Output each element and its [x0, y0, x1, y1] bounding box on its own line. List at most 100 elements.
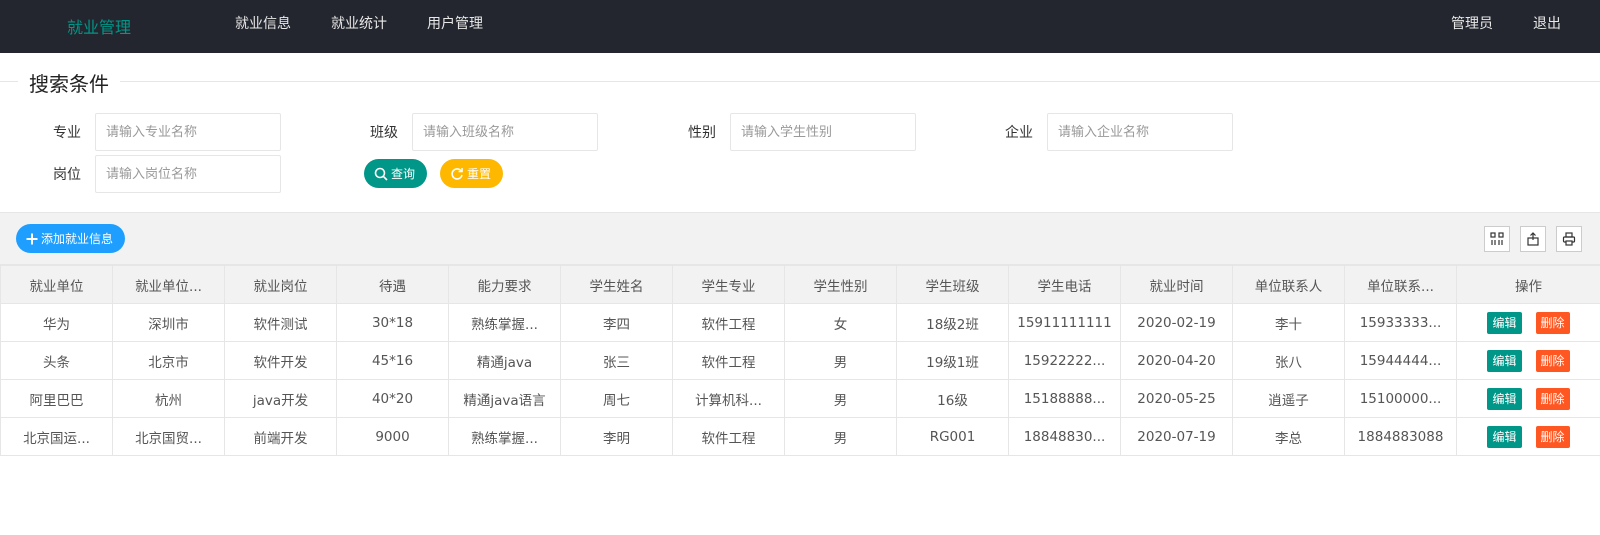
- delete-button[interactable]: 删除: [1535, 425, 1570, 448]
- column-header[interactable]: 能力要求: [448, 265, 561, 304]
- search-legend: 搜索条件: [18, 68, 120, 97]
- column-header[interactable]: 待遇: [336, 265, 449, 304]
- table-cell: 男: [784, 341, 897, 380]
- query-button[interactable]: 查询: [364, 159, 428, 188]
- position-input[interactable]: [95, 155, 281, 193]
- edit-button[interactable]: 编辑: [1487, 387, 1522, 410]
- column-header[interactable]: 单位联系人: [1232, 265, 1345, 304]
- edit-button[interactable]: 编辑: [1487, 349, 1522, 372]
- column-header[interactable]: 就业单位...: [112, 265, 225, 304]
- column-header[interactable]: 就业时间: [1120, 265, 1233, 304]
- nav-item-employment-info[interactable]: 就业信息: [220, 0, 311, 53]
- column-header[interactable]: 学生电话: [1008, 265, 1121, 304]
- row-actions: 编辑 删除: [1456, 379, 1600, 418]
- table-cell: 逍遥子: [1232, 379, 1345, 418]
- table-cell: 15933333...: [1344, 303, 1457, 342]
- table-cell: 精通java语言: [448, 379, 561, 418]
- table-cell: 19级1班: [896, 341, 1009, 380]
- column-header[interactable]: 学生姓名: [560, 265, 673, 304]
- table-cell: 北京市: [112, 341, 225, 380]
- top-navbar: 就业管理 就业信息 就业统计 用户管理 管理员 退出: [0, 0, 1600, 53]
- class-input[interactable]: [412, 113, 598, 151]
- search-row-1: 专业 班级 性别 企业: [0, 113, 1233, 151]
- column-header[interactable]: 就业岗位: [224, 265, 337, 304]
- table-row[interactable]: 北京国运... 北京国贸... 前端开发 9000 熟练掌握... 李明 软件工程男 RG00…: [0, 417, 1600, 456]
- add-employment-label: 添加就业信息: [41, 232, 114, 246]
- delete-button[interactable]: 删除: [1535, 311, 1570, 334]
- gender-form-item: 性别: [635, 113, 916, 151]
- table-cell: 头条: [0, 341, 113, 380]
- table-cell: 李明: [560, 417, 673, 456]
- table-cell: 40*20: [336, 379, 449, 418]
- row-actions: 编辑 删除: [1456, 303, 1600, 342]
- table-cell: 杭州: [112, 379, 225, 418]
- table-cell: 北京国运...: [0, 417, 113, 456]
- edit-button[interactable]: 编辑: [1487, 311, 1522, 334]
- major-form-item: 专业: [0, 113, 281, 151]
- table-cell: RG001: [896, 417, 1009, 456]
- table-cell: 15100000...: [1344, 379, 1457, 418]
- table-toolbar: 添加就业信息: [0, 213, 1600, 265]
- delete-button[interactable]: 删除: [1535, 349, 1570, 372]
- table-cell: 熟练掌握...: [448, 303, 561, 342]
- table-cell: 18848830...: [1008, 417, 1121, 456]
- plus-icon: [26, 233, 38, 244]
- company-label: 企业: [1005, 125, 1033, 141]
- table-cell: 计算机科...: [672, 379, 785, 418]
- table-cell: 李四: [560, 303, 673, 342]
- table-cell: 深圳市: [112, 303, 225, 342]
- table-row[interactable]: 头条 北京市 软件开发 45*16 精通java 张三 软件工程男 19级1班 15922222…: [0, 341, 1600, 380]
- edit-button[interactable]: 编辑: [1487, 425, 1522, 448]
- table-cell: 2020-05-25: [1120, 379, 1233, 418]
- print-icon[interactable]: [1556, 226, 1582, 252]
- employment-table: 就业单位 就业单位... 就业岗位 待遇 能力要求 学生姓名 学生专业 学生性别…: [0, 265, 1600, 456]
- column-header[interactable]: 就业单位: [0, 265, 113, 304]
- table-cell: 2020-02-19: [1120, 303, 1233, 342]
- table-cell: 18级2班: [896, 303, 1009, 342]
- table-cell: 女: [784, 303, 897, 342]
- query-button-label: 查询: [391, 167, 416, 181]
- nav-item-user-management[interactable]: 用户管理: [407, 0, 503, 53]
- major-label: 专业: [53, 125, 81, 141]
- nav-item-logout[interactable]: 退出: [1513, 0, 1600, 53]
- class-label: 班级: [370, 125, 398, 141]
- table-cell: 李十: [1232, 303, 1345, 342]
- column-header[interactable]: 单位联系...: [1344, 265, 1457, 304]
- table-cell: 北京国贸...: [112, 417, 225, 456]
- refresh-icon: [451, 167, 463, 180]
- add-employment-button[interactable]: 添加就业信息: [16, 224, 126, 253]
- nav-item-employment-stats[interactable]: 就业统计: [311, 0, 407, 53]
- nav-item-admin[interactable]: 管理员: [1431, 0, 1513, 53]
- columns-icon[interactable]: [1484, 226, 1510, 252]
- row-actions: 编辑 删除: [1456, 341, 1600, 380]
- table-cell: 周七: [560, 379, 673, 418]
- table-cell: java开发: [224, 379, 337, 418]
- app-logo[interactable]: 就业管理: [67, 14, 131, 38]
- reset-button[interactable]: 重置: [440, 159, 504, 188]
- data-table-container: 添加就业信息 就业单位 就业单位... 就业岗位 待遇 能力要求 学生姓名 学生…: [0, 212, 1600, 535]
- table-cell: 李总: [1232, 417, 1345, 456]
- reset-button-label: 重置: [467, 167, 492, 181]
- table-cell: 1884883088: [1344, 417, 1457, 456]
- delete-button[interactable]: 删除: [1535, 387, 1570, 410]
- gender-label: 性别: [688, 125, 716, 141]
- gender-input[interactable]: [730, 113, 916, 151]
- company-form-item: 企业: [952, 113, 1233, 151]
- search-fieldset-line: [0, 81, 1600, 82]
- company-input[interactable]: [1047, 113, 1233, 151]
- table-cell: 男: [784, 379, 897, 418]
- table-cell: 软件工程: [672, 417, 785, 456]
- table-row[interactable]: 华为 深圳市 软件测试 30*18 熟练掌握... 李四 软件工程女 18级2班 1591111…: [0, 303, 1600, 342]
- column-header[interactable]: 学生性别: [784, 265, 897, 304]
- position-form-item: 岗位: [0, 155, 281, 193]
- position-label: 岗位: [53, 167, 81, 183]
- user-nav: 管理员 退出: [1431, 0, 1600, 53]
- export-icon[interactable]: [1520, 226, 1546, 252]
- column-header[interactable]: 学生专业: [672, 265, 785, 304]
- column-header[interactable]: 学生班级: [896, 265, 1009, 304]
- major-input[interactable]: [95, 113, 281, 151]
- toolbar-icons: [1474, 226, 1582, 252]
- table-row[interactable]: 阿里巴巴 杭州 java开发 40*20 精通java语言 周七 计算机科... 男 16级 15…: [0, 379, 1600, 418]
- column-header: 操作: [1456, 265, 1600, 304]
- row-actions: 编辑 删除: [1456, 417, 1600, 456]
